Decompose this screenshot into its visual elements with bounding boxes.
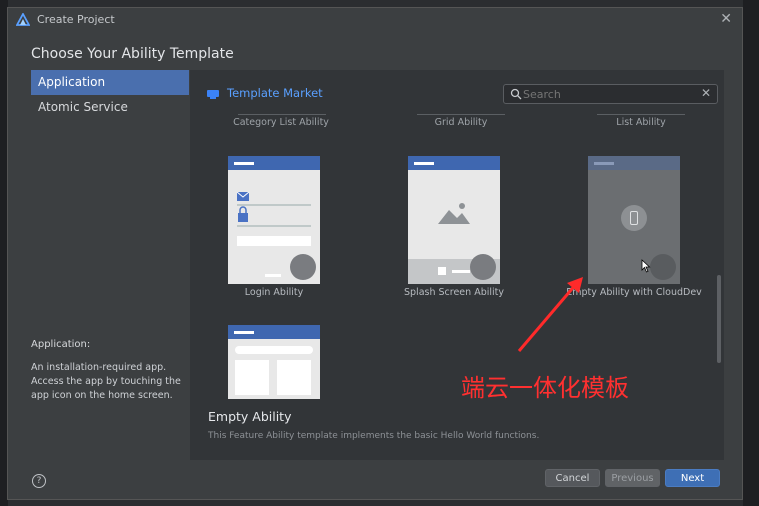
cloud-badge-icon <box>290 254 316 280</box>
selected-template-title: Empty Ability <box>208 409 292 424</box>
image-placeholder-icon <box>438 203 470 224</box>
help-icon[interactable]: ? <box>32 474 46 488</box>
template-panel: Template Market ✕ Category List Ability … <box>190 70 724 460</box>
window-title: Create Project <box>37 13 115 26</box>
search-icon <box>510 88 522 100</box>
template-thumbnail[interactable] <box>228 325 320 399</box>
template-card-empty[interactable] <box>228 325 320 399</box>
previous-button[interactable]: Previous <box>605 469 660 487</box>
template-thumbnail[interactable] <box>588 156 680 284</box>
login-form-illustration <box>237 192 311 246</box>
search-input[interactable] <box>523 86 693 102</box>
template-thumbnail[interactable] <box>408 156 500 284</box>
background-editor-strip-right <box>743 0 759 506</box>
cloud-badge-icon <box>470 254 496 280</box>
template-card-splash[interactable]: Splash Screen Ability <box>404 156 504 298</box>
template-thumbnail[interactable] <box>228 156 320 284</box>
divider <box>597 114 685 115</box>
sidebar-item-atomic-service[interactable]: Atomic Service <box>31 95 189 120</box>
template-label-splash: Splash Screen Ability <box>404 287 504 298</box>
divider <box>417 114 505 115</box>
page-title: Choose Your Ability Template <box>31 46 234 62</box>
create-project-dialog: Create Project ✕ Choose Your Ability Tem… <box>7 7 743 500</box>
app-logo-icon <box>16 13 30 26</box>
template-market-link[interactable]: Template Market <box>227 86 323 100</box>
template-label-list[interactable]: List Ability <box>581 117 701 128</box>
title-bar: Create Project ✕ <box>8 8 742 32</box>
close-icon[interactable]: ✕ <box>720 11 732 27</box>
template-label-grid[interactable]: Grid Ability <box>401 117 521 128</box>
selected-template-description: This Feature Ability template implements… <box>208 431 540 441</box>
cancel-button[interactable]: Cancel <box>545 469 600 487</box>
description-body: An installation-required app. Access the… <box>31 362 181 401</box>
annotation-text: 端云一体化模板 <box>461 374 629 402</box>
cloud-badge-icon <box>650 254 676 280</box>
mouse-cursor-icon <box>641 259 651 273</box>
template-card-login[interactable]: Login Ability <box>228 156 320 298</box>
dialog-footer: ? Cancel Previous Next <box>8 459 742 499</box>
annotation-arrow-icon <box>517 277 583 352</box>
sidebar-item-application[interactable]: Application <box>31 70 189 95</box>
clear-search-icon[interactable]: ✕ <box>701 86 711 100</box>
next-button[interactable]: Next <box>665 469 720 487</box>
template-card-empty-clouddev[interactable]: Empty Ability with CloudDev <box>566 156 702 298</box>
template-label-category-list[interactable]: Category List Ability <box>221 117 341 128</box>
divider <box>238 114 326 115</box>
template-label-login: Login Ability <box>244 287 304 298</box>
vertical-scrollbar[interactable] <box>717 275 721 363</box>
search-box: ✕ <box>503 84 718 104</box>
description-title: Application: <box>31 339 91 350</box>
store-icon <box>207 90 219 99</box>
phone-icon <box>621 205 647 231</box>
